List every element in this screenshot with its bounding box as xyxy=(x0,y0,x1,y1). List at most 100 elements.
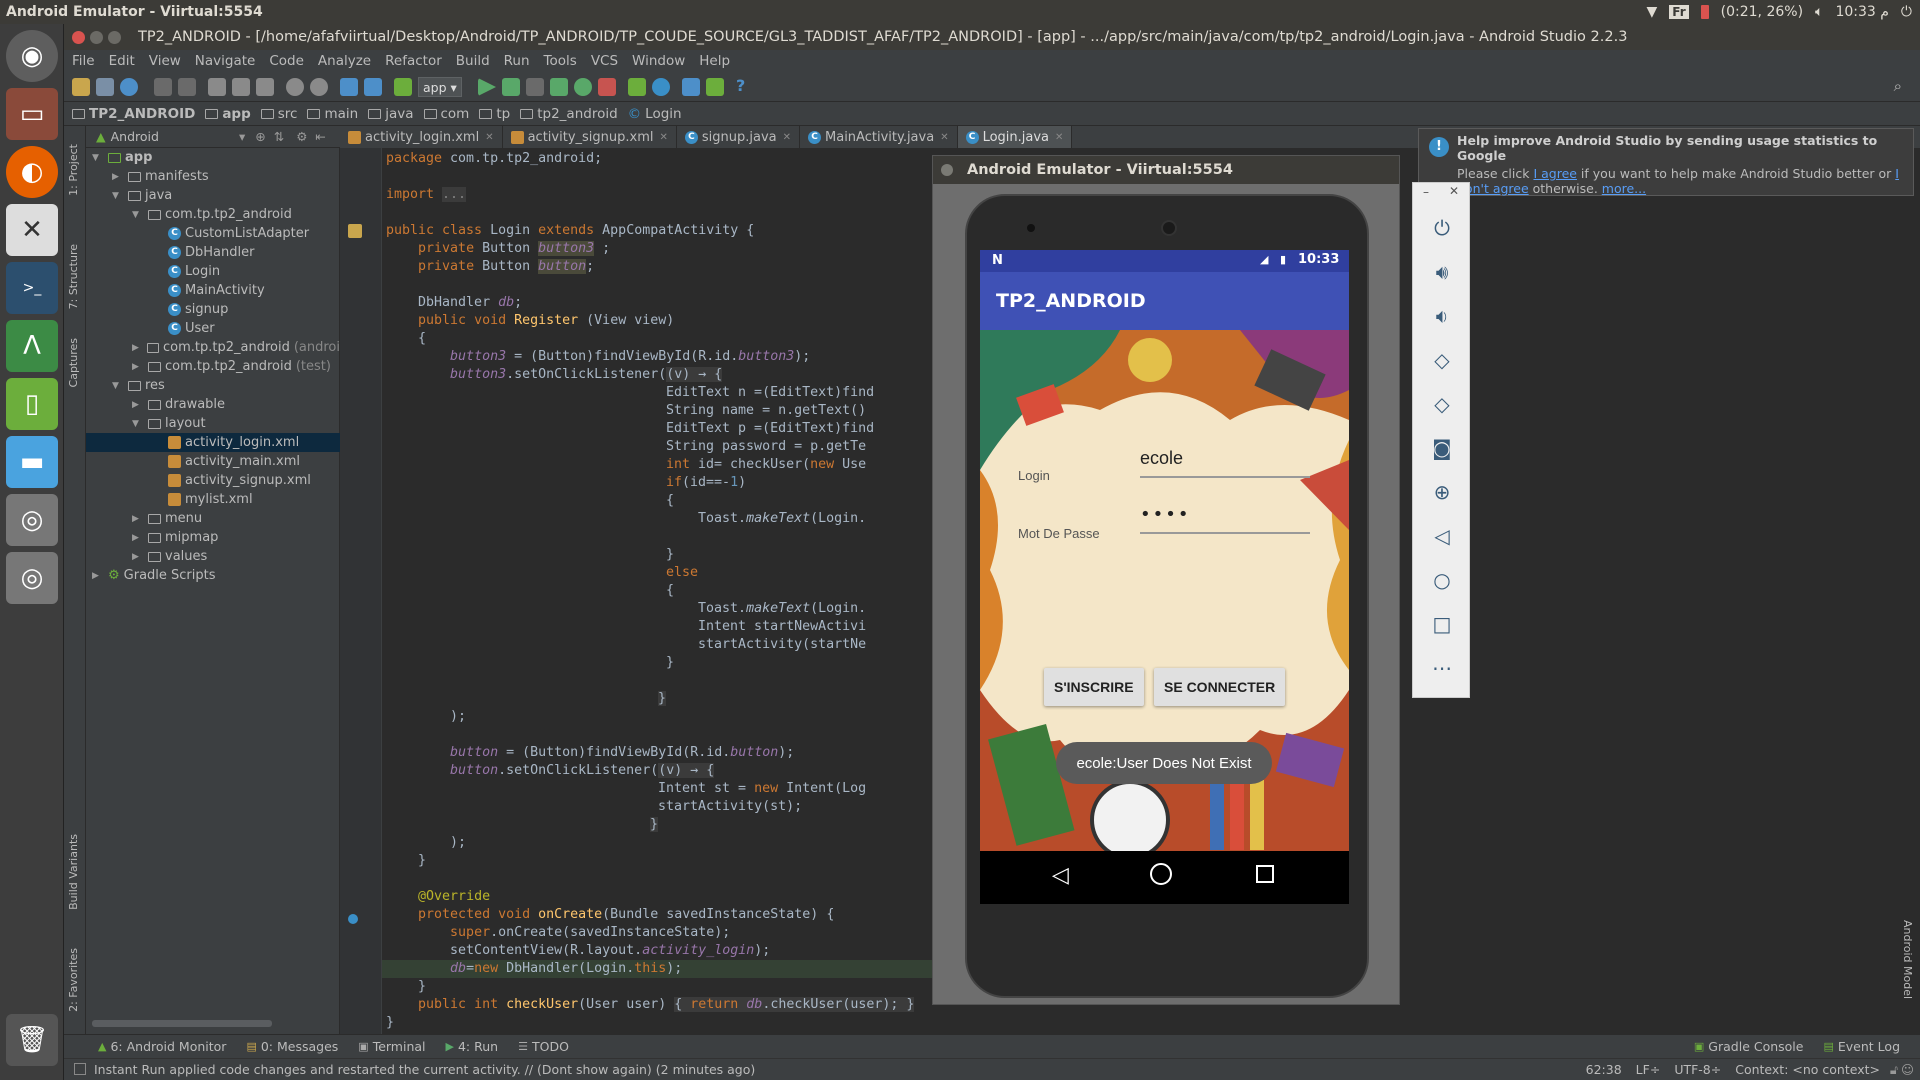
rotate-left-icon[interactable]: ◇ xyxy=(1427,345,1457,375)
battery-status[interactable]: (0:21, 26%) xyxy=(1721,4,1803,20)
wifi-icon[interactable]: ▼ xyxy=(1647,4,1658,20)
menu-item-navigate[interactable]: Navigate xyxy=(195,53,256,69)
tree-item-manifests[interactable]: ▶ manifests xyxy=(86,167,340,186)
tree-item-gradle-scripts[interactable]: ▶ ⚙ Gradle Scripts xyxy=(86,566,340,585)
menu-item-file[interactable]: File xyxy=(72,53,95,69)
collapse-all-icon[interactable]: ⇅ xyxy=(274,129,284,144)
override-marker-icon[interactable] xyxy=(348,224,362,238)
debug-icon[interactable] xyxy=(502,78,520,96)
undo-icon[interactable] xyxy=(154,78,172,96)
redo-icon[interactable] xyxy=(178,78,196,96)
sdk-manager-icon[interactable] xyxy=(706,78,724,96)
bottom-tab-gradle-console[interactable]: ▣ Gradle Console xyxy=(1694,1039,1804,1054)
menu-item-run[interactable]: Run xyxy=(504,53,530,69)
close-window-icon[interactable] xyxy=(72,31,85,44)
home-nav-icon[interactable] xyxy=(1150,863,1172,885)
tree-item-menu[interactable]: ▶ menu xyxy=(86,509,340,528)
tree-item-user[interactable]: C User xyxy=(86,319,340,338)
dash-icon[interactable]: ◉ xyxy=(6,30,58,82)
disk-icon[interactable]: ◎ xyxy=(6,494,58,546)
menu-item-view[interactable]: View xyxy=(149,53,181,69)
avd-manager-icon[interactable] xyxy=(628,78,646,96)
sync-icon[interactable] xyxy=(120,78,138,96)
tab-captures[interactable]: Captures xyxy=(67,338,80,387)
firefox-icon[interactable]: ◐ xyxy=(6,146,58,198)
tree-item-values[interactable]: ▶ values xyxy=(86,547,340,566)
power-icon[interactable]: ⏻ xyxy=(1901,4,1912,20)
tab-android-model[interactable]: Android Model xyxy=(1901,920,1914,999)
tab-login-java[interactable]: C Login.java ✕ xyxy=(957,126,1073,148)
tree-item-app[interactable]: ▼ app xyxy=(86,148,340,167)
menu-item-analyze[interactable]: Analyze xyxy=(318,53,371,69)
project-view-select[interactable]: Android xyxy=(111,129,159,144)
tab-structure[interactable]: 7: Structure xyxy=(67,244,80,309)
trash-icon[interactable]: 🗑︎ xyxy=(6,1014,58,1066)
save-icon[interactable] xyxy=(96,78,114,96)
tree-item-activity-signup-xml[interactable]: activity_signup.xml xyxy=(86,471,340,490)
tree-item-login[interactable]: C Login xyxy=(86,262,340,281)
battery-icon[interactable] xyxy=(1700,5,1709,19)
bottom-tab-run[interactable]: ▶ 4: Run xyxy=(446,1039,499,1054)
chevron-down-icon[interactable]: ▼ xyxy=(92,153,104,163)
tree-item-com-tp-tp2-android[interactable]: ▼ com.tp.tp2_android xyxy=(86,205,340,224)
tree-item-mainactivity[interactable]: C MainActivity xyxy=(86,281,340,300)
tab-mainactivity-java[interactable]: C MainActivity.java ✕ xyxy=(800,126,958,148)
chevron-down-icon[interactable]: ▼ xyxy=(132,419,144,429)
status-message[interactable]: Instant Run applied code changes and res… xyxy=(94,1062,755,1077)
keyboard-layout-indicator[interactable]: Fr xyxy=(1669,5,1689,19)
screenshot-icon[interactable]: ◙ xyxy=(1427,433,1457,463)
close-tab-icon[interactable]: ✕ xyxy=(659,132,667,143)
back-nav-icon[interactable]: ◁ xyxy=(1052,863,1069,888)
connect-button[interactable]: SE CONNECTER xyxy=(1154,668,1286,706)
bottom-tab-terminal[interactable]: ▣ Terminal xyxy=(358,1039,425,1054)
bottom-tab-android[interactable]: ▲ 6: Android Monitor xyxy=(98,1039,226,1054)
chevron-right-icon[interactable]: ▶ xyxy=(132,362,144,372)
power-button-icon[interactable]: ⏻ xyxy=(1427,213,1457,243)
chevron-right-icon[interactable]: ▶ xyxy=(112,172,124,182)
chevron-down-icon[interactable]: ▼ xyxy=(132,210,144,220)
more-link[interactable]: more... xyxy=(1602,181,1646,196)
breadcrumb-item[interactable]: tp2_android xyxy=(520,106,618,122)
chevron-right-icon[interactable]: ▶ xyxy=(132,343,143,353)
login-field[interactable]: ecole xyxy=(1140,448,1310,478)
settings-gear-icon[interactable]: ⚙ xyxy=(296,129,307,144)
project-view-dropdown-icon[interactable]: ▾ xyxy=(239,129,245,144)
minimize-window-icon[interactable] xyxy=(90,31,103,44)
terminal-icon[interactable]: >_ xyxy=(6,262,58,314)
emulator-icon[interactable]: ▯ xyxy=(6,378,58,430)
open-icon[interactable] xyxy=(72,78,90,96)
breadcrumb-item[interactable]: java xyxy=(368,106,414,122)
zoom-icon[interactable]: ⊕ xyxy=(1427,477,1457,507)
tree-item-mipmap[interactable]: ▶ mipmap xyxy=(86,528,340,547)
bottom-tab-event-log[interactable]: ▤ Event Log xyxy=(1823,1039,1900,1054)
chevron-right-icon[interactable]: ▶ xyxy=(132,533,144,543)
tree-item-activity-main-xml[interactable]: activity_main.xml xyxy=(86,452,340,471)
more-options-icon[interactable]: ⋯ xyxy=(1427,653,1457,683)
apply-changes-icon[interactable] xyxy=(574,78,592,96)
agree-link[interactable]: I agree xyxy=(1533,166,1577,181)
find-icon[interactable] xyxy=(286,78,304,96)
disk-icon-2[interactable]: ◎ xyxy=(6,552,58,604)
menu-item-code[interactable]: Code xyxy=(269,53,304,69)
horizontal-scrollbar[interactable] xyxy=(92,1020,272,1027)
bottom-tab-messages[interactable]: ▤ 0: Messages xyxy=(246,1039,338,1054)
signup-button[interactable]: S'INSCRIRE xyxy=(1044,668,1144,706)
forward-icon[interactable] xyxy=(364,78,382,96)
sync-target-icon[interactable]: ⊕ xyxy=(255,129,265,144)
lock-icon[interactable]: 🔓︎ xyxy=(1890,1062,1898,1078)
tab-favorites[interactable]: 2: Favorites xyxy=(67,948,80,1012)
tab-signup-java[interactable]: Csignup.java ✕ xyxy=(677,126,801,148)
chevron-down-icon[interactable]: ▼ xyxy=(112,381,124,391)
tab-activity-login-xml[interactable]: activity_login.xml ✕ xyxy=(340,126,503,148)
chevron-down-icon[interactable]: ▼ xyxy=(112,191,124,201)
chevron-right-icon[interactable]: ▶ xyxy=(132,400,144,410)
window-icon[interactable]: ▬ xyxy=(6,436,58,488)
tree-item-res[interactable]: ▼ res xyxy=(86,376,340,395)
volume-icon[interactable]: 🔈︎ xyxy=(1815,4,1823,20)
minimize-emulator-icon[interactable]: – xyxy=(1423,185,1429,199)
tree-item-com-tp-tp2-android[interactable]: ▶ com.tp.tp2_android (androi xyxy=(86,338,340,357)
breadcrumb-item[interactable]: TP2_ANDROID xyxy=(72,106,195,122)
volume-down-icon[interactable]: 🔉︎ xyxy=(1427,301,1457,331)
home-icon[interactable]: ○ xyxy=(1427,565,1457,595)
breadcrumb-item[interactable]: tp xyxy=(479,106,510,122)
